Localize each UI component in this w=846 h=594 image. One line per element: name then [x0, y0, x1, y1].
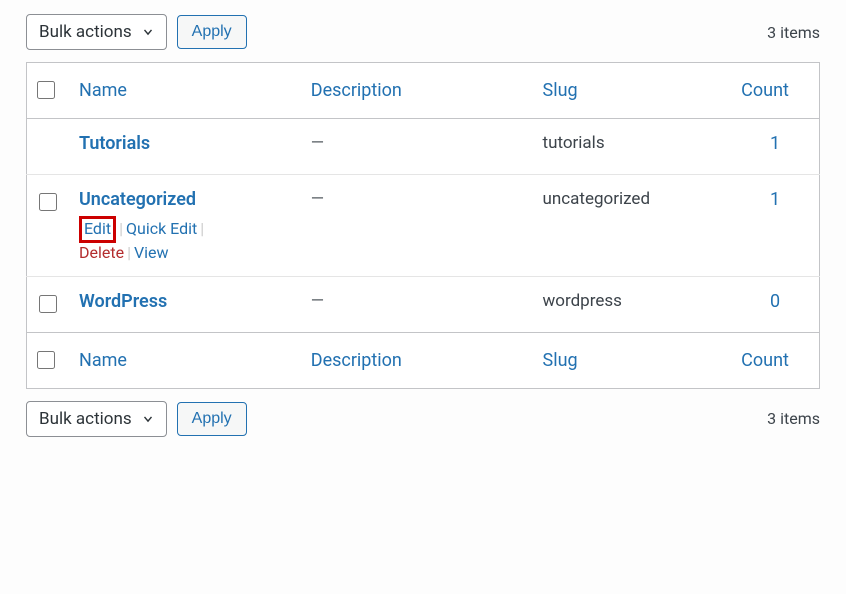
- quick-edit-link[interactable]: Quick Edit: [126, 219, 197, 238]
- row-title-link[interactable]: WordPress: [79, 291, 167, 312]
- row-description: —: [311, 291, 324, 311]
- bulk-actions-label: Bulk actions: [39, 408, 132, 430]
- row-actions: Edit|Quick Edit| Delete|View: [79, 216, 291, 262]
- categories-table: Name Description Slug Count Tutorials — …: [26, 62, 820, 389]
- row-count-link[interactable]: 0: [770, 291, 780, 312]
- row-title-link[interactable]: Uncategorized: [79, 189, 196, 210]
- table-row: Tutorials — tutorials 1: [27, 119, 820, 175]
- row-title-link[interactable]: Tutorials: [79, 133, 150, 154]
- row-checkbox[interactable]: [39, 193, 57, 211]
- bulk-actions-select[interactable]: Bulk actions: [26, 14, 167, 50]
- apply-button[interactable]: Apply: [177, 402, 247, 437]
- select-all-checkbox-bottom[interactable]: [37, 351, 55, 369]
- items-count: 3 items: [767, 23, 820, 42]
- row-slug: uncategorized: [543, 189, 651, 209]
- bulk-actions-label: Bulk actions: [39, 21, 132, 43]
- footer-count[interactable]: Count: [741, 350, 789, 371]
- apply-button[interactable]: Apply: [177, 15, 247, 50]
- header-description[interactable]: Description: [311, 80, 402, 101]
- header-slug[interactable]: Slug: [543, 80, 578, 101]
- bulk-actions-wrap: Bulk actions Apply: [26, 401, 247, 437]
- separator: |: [124, 243, 134, 262]
- row-slug: tutorials: [543, 133, 605, 153]
- row-count-link[interactable]: 1: [770, 189, 780, 210]
- table-row: Uncategorized Edit|Quick Edit| Delete|Vi…: [27, 175, 820, 277]
- separator: |: [116, 219, 126, 238]
- row-count-link[interactable]: 1: [770, 133, 780, 154]
- chevron-down-icon: [140, 411, 156, 427]
- header-count[interactable]: Count: [741, 80, 789, 101]
- delete-link[interactable]: Delete: [79, 243, 124, 262]
- edit-highlight-box: Edit: [79, 216, 116, 243]
- tablenav-top: Bulk actions Apply 3 items: [26, 14, 820, 50]
- header-checkbox-cell: [27, 63, 69, 119]
- row-checkbox[interactable]: [39, 295, 57, 313]
- chevron-down-icon: [140, 24, 156, 40]
- header-name[interactable]: Name: [79, 80, 127, 101]
- table-row: WordPress — wordpress 0: [27, 276, 820, 332]
- table-header: Name Description Slug Count: [27, 63, 820, 119]
- tablenav-bottom: Bulk actions Apply 3 items: [26, 401, 820, 437]
- footer-description[interactable]: Description: [311, 350, 402, 371]
- row-description: —: [311, 133, 324, 153]
- footer-slug[interactable]: Slug: [543, 350, 578, 371]
- select-all-checkbox-top[interactable]: [37, 81, 55, 99]
- items-count: 3 items: [767, 409, 820, 428]
- row-description: —: [311, 189, 324, 209]
- edit-link[interactable]: Edit: [84, 219, 111, 238]
- footer-name[interactable]: Name: [79, 350, 127, 371]
- bulk-actions-wrap: Bulk actions Apply: [26, 14, 247, 50]
- bulk-actions-select[interactable]: Bulk actions: [26, 401, 167, 437]
- table-footer: Name Description Slug Count: [27, 332, 820, 388]
- row-slug: wordpress: [543, 291, 622, 311]
- view-link[interactable]: View: [134, 243, 169, 262]
- separator: |: [197, 219, 207, 238]
